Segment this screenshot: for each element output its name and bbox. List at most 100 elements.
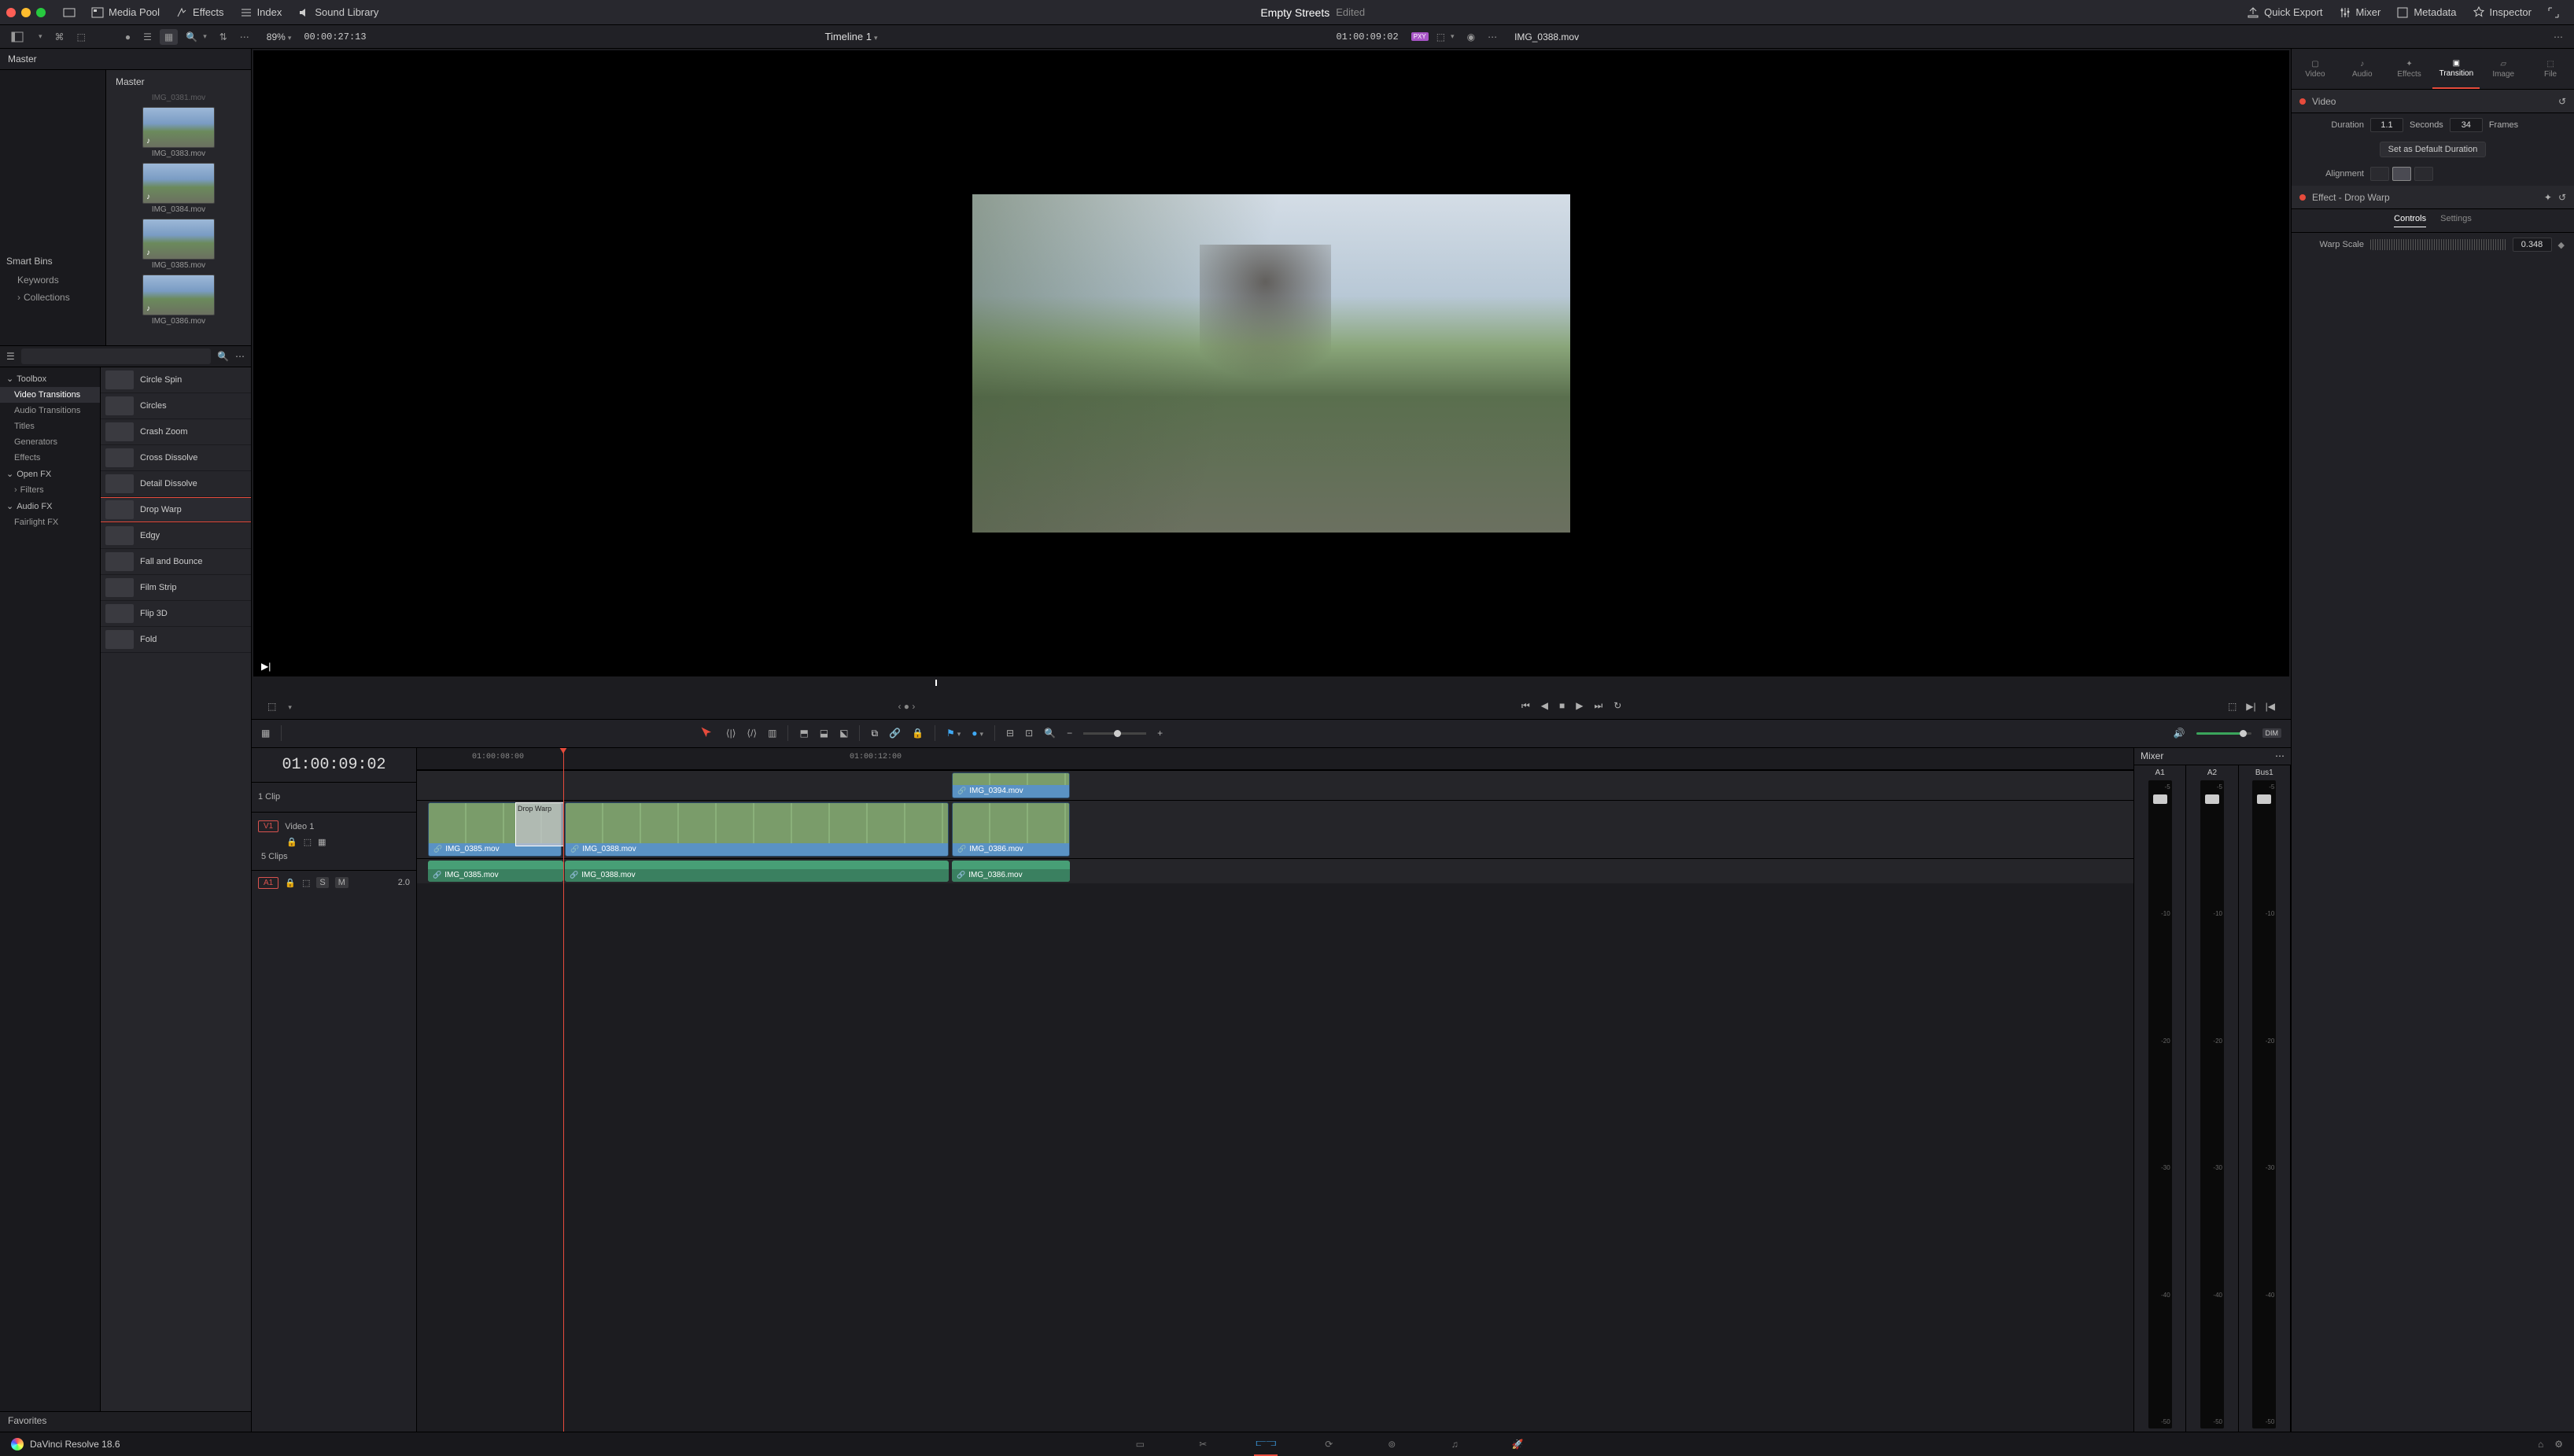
record-icon[interactable]: ● xyxy=(120,29,135,45)
transition-drop-warp[interactable]: Drop Warp xyxy=(515,802,564,846)
link-icon[interactable]: ⌘ xyxy=(50,29,69,45)
panel-dropdown[interactable] xyxy=(31,30,47,43)
warp-scale-input[interactable] xyxy=(2513,238,2552,252)
trim-tool-icon[interactable]: ⟨|⟩ xyxy=(726,728,736,739)
reset-icon[interactable]: ↺ xyxy=(2558,96,2566,107)
lock-icon[interactable]: 🔒 xyxy=(912,728,924,739)
insert-clip-icon[interactable]: ⬒ xyxy=(799,728,808,739)
prev-marker-icon[interactable]: ‹ ● › xyxy=(898,701,915,712)
timeline-view-options-icon[interactable]: ▦ xyxy=(261,728,270,739)
zoom-out-icon[interactable]: ⊟ xyxy=(1006,728,1014,739)
fx-item-selected[interactable]: Drop Warp xyxy=(101,497,251,523)
fx-item[interactable]: Detail Dissolve xyxy=(101,471,251,497)
bin-keywords[interactable]: Keywords xyxy=(0,271,105,289)
inspector-options-icon[interactable]: ⋯ xyxy=(2549,29,2568,45)
workspace-layout-icon[interactable] xyxy=(55,3,83,22)
track-v1[interactable]: 🔗IMG_0385.mov Drop Warp 🔗IMG_0388.mov 🔗I… xyxy=(417,800,2133,858)
first-frame-button[interactable]: ⏮ xyxy=(1521,700,1530,712)
cat-filters[interactable]: Filters xyxy=(0,482,100,498)
maximize-window[interactable] xyxy=(36,8,46,17)
tab-transition[interactable]: ▣Transition xyxy=(2432,49,2480,89)
cat-audio-transitions[interactable]: Audio Transitions xyxy=(0,403,100,418)
align-start-button[interactable] xyxy=(2370,167,2389,181)
lock-track-icon[interactable]: 🔒 xyxy=(285,878,296,888)
timeline-clip[interactable]: 🔗IMG_0394.mov xyxy=(952,772,1070,798)
master-tab[interactable]: Master xyxy=(0,49,251,70)
sidebar-toggle-icon[interactable] xyxy=(6,28,28,46)
video-section-header[interactable]: Video ↺ xyxy=(2292,90,2574,113)
zoom-minus[interactable]: − xyxy=(1067,728,1072,739)
sound-library-toggle[interactable]: Sound Library xyxy=(289,3,386,22)
deliver-page-tab[interactable]: 🚀 xyxy=(1506,1432,1529,1456)
subtab-settings[interactable]: Settings xyxy=(2440,214,2472,227)
play-overlay-icon[interactable]: ▶| xyxy=(261,661,271,672)
metadata-toggle[interactable]: Metadata xyxy=(2388,3,2464,22)
transform-dropdown[interactable] xyxy=(286,701,292,712)
project-settings-icon[interactable]: ⚙ xyxy=(2554,1439,2563,1450)
timeline-audio-clip[interactable]: 🔗IMG_0386.mov xyxy=(952,861,1070,882)
fusion-page-tab[interactable]: ⟳ xyxy=(1317,1432,1340,1456)
fx-item[interactable]: Circles xyxy=(101,393,251,419)
cat-generators[interactable]: Generators xyxy=(0,434,100,450)
tab-effects[interactable]: ✦Effects xyxy=(2386,49,2433,89)
add-keyframe-icon[interactable]: ✦ xyxy=(2544,192,2552,203)
cat-toolbox[interactable]: ⌄ Toolbox xyxy=(0,370,100,387)
fader[interactable] xyxy=(2153,794,2167,804)
cat-video-transitions[interactable]: Video Transitions xyxy=(0,387,100,403)
timeline-clip[interactable]: 🔗IMG_0386.mov xyxy=(952,802,1070,857)
stop-button[interactable]: ■ xyxy=(1559,700,1565,712)
fx-item[interactable]: Edgy xyxy=(101,523,251,549)
fx-item[interactable]: Crash Zoom xyxy=(101,419,251,445)
solo-button[interactable]: S xyxy=(316,877,328,888)
timeline-audio-clip[interactable]: 🔗IMG_0385.mov xyxy=(428,861,563,882)
track-v2[interactable]: 🔗IMG_0394.mov xyxy=(417,770,2133,800)
volume-slider[interactable] xyxy=(2196,732,2251,735)
enable-dot-icon[interactable] xyxy=(2299,194,2306,201)
fx-item[interactable]: Cross Dissolve xyxy=(101,445,251,471)
effects-toggle[interactable]: Effects xyxy=(168,3,232,22)
zoom-plus[interactable]: + xyxy=(1157,728,1163,739)
favorites-header[interactable]: Favorites xyxy=(0,1411,251,1432)
timeline-audio-clip[interactable]: 🔗IMG_0388.mov xyxy=(565,861,949,882)
cat-fairlight-fx[interactable]: Fairlight FX xyxy=(0,514,100,530)
volume-icon[interactable]: 🔊 xyxy=(2174,728,2185,739)
color-controls-icon[interactable]: ◉ xyxy=(1462,29,1480,45)
track-fx-icon[interactable]: ▦ xyxy=(318,837,326,847)
tab-video[interactable]: ▢Video xyxy=(2292,49,2339,89)
effects-options-icon[interactable]: ⋯ xyxy=(235,351,245,362)
zoom-fit-icon[interactable]: ⊡ xyxy=(1025,728,1033,739)
fx-item[interactable]: Fall and Bounce xyxy=(101,549,251,575)
subtab-controls[interactable]: Controls xyxy=(2394,214,2426,227)
cat-audio-fx[interactable]: ⌄ Audio FX xyxy=(0,498,100,514)
timeline-tracks[interactable]: 01:00:08:00 01:00:12:00 🔗IMG_0394.mov 🔗I… xyxy=(417,748,2133,1432)
media-page-tab[interactable]: ▭ xyxy=(1128,1432,1152,1456)
clip-thumb[interactable]: IMG_0385.mov xyxy=(142,219,215,270)
tab-audio[interactable]: ♪Audio xyxy=(2339,49,2386,89)
a1-badge[interactable]: A1 xyxy=(258,877,278,889)
mixer-channel-a1[interactable]: A1 -5-10-20-30-40-50 xyxy=(2134,765,2186,1432)
fairlight-page-tab[interactable]: ♫ xyxy=(1443,1432,1466,1456)
panel-toggle-icon[interactable]: ☰ xyxy=(6,351,15,362)
loop-button[interactable]: ↻ xyxy=(1613,700,1621,712)
import-icon[interactable]: ⬚ xyxy=(72,29,90,45)
prev-clip-icon[interactable]: |◀ xyxy=(2266,701,2275,712)
effects-search-input[interactable] xyxy=(21,348,211,364)
media-pool-toggle[interactable]: Media Pool xyxy=(83,3,168,22)
replace-clip-icon[interactable]: ⬕ xyxy=(839,728,848,739)
color-page-tab[interactable]: ⊚ xyxy=(1380,1432,1403,1456)
last-frame-button[interactable]: ⏭ xyxy=(1594,700,1602,712)
timeline-clip[interactable]: 🔗IMG_0388.mov xyxy=(565,802,949,857)
keyframe-diamond-icon[interactable]: ◆ xyxy=(2558,240,2565,250)
v1-badge[interactable]: V1 xyxy=(258,820,278,832)
bypass-icon[interactable]: ⬚ xyxy=(1432,29,1459,45)
minimize-window[interactable] xyxy=(21,8,31,17)
enable-dot-icon[interactable] xyxy=(2299,98,2306,105)
dynamic-trim-icon[interactable]: ⟨/⟩ xyxy=(747,728,757,739)
mute-button[interactable]: M xyxy=(335,877,348,888)
link-selection-icon[interactable]: 🔗 xyxy=(889,728,901,739)
play-button[interactable]: ▶ xyxy=(1576,700,1583,712)
mixer-options-icon[interactable]: ⋯ xyxy=(2275,750,2285,762)
home-icon[interactable]: ⌂ xyxy=(2538,1439,2543,1450)
fx-item[interactable]: Flip 3D xyxy=(101,601,251,627)
overwrite-icon[interactable]: ⬚ xyxy=(2228,701,2237,712)
